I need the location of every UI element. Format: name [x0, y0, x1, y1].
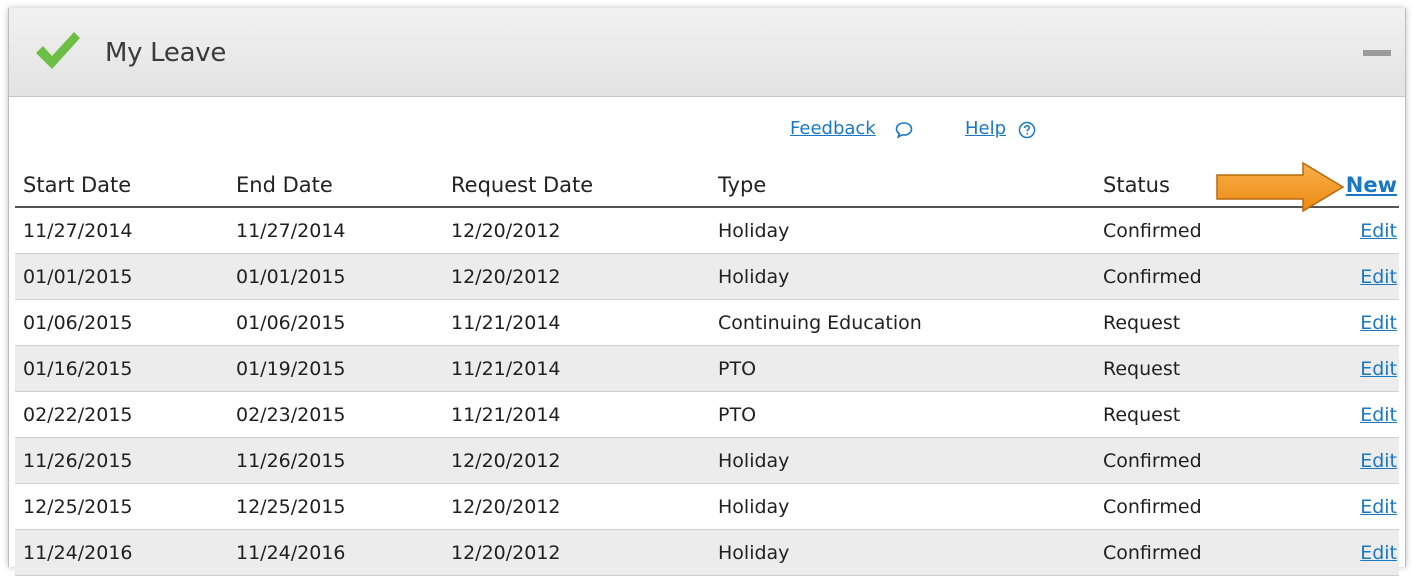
action-cell: Edit	[1308, 437, 1399, 484]
end-date-cell: 02/23/2015	[228, 391, 443, 438]
table-row: 11/26/2015 11/26/2015 12/20/2012 Holiday…	[15, 437, 1399, 484]
table-row: 11/24/2016 11/24/2016 12/20/2012 Holiday…	[15, 529, 1399, 576]
edit-link[interactable]: Edit	[1360, 358, 1397, 380]
start-date-cell: 11/26/2015	[15, 437, 228, 484]
start-date-cell: 11/27/2014	[15, 207, 228, 254]
request-date-cell: 12/20/2012	[443, 483, 710, 530]
new-leave-link[interactable]: New	[1346, 173, 1397, 197]
action-cell: Edit	[1308, 253, 1399, 300]
type-cell: Continuing Education	[710, 299, 1095, 346]
action-cell: Edit	[1308, 391, 1399, 438]
end-date-cell: 01/01/2015	[228, 253, 443, 300]
end-date-cell: 11/26/2015	[228, 437, 443, 484]
table-row: 01/01/2015 01/01/2015 12/20/2012 Holiday…	[15, 253, 1399, 300]
column-header-request-date[interactable]: Request Date	[443, 164, 710, 208]
end-date-cell: 01/19/2015	[228, 345, 443, 392]
start-date-cell: 12/25/2015	[15, 483, 228, 530]
status-cell: Request	[1095, 391, 1308, 438]
status-cell: Confirmed	[1095, 529, 1308, 576]
minus-icon	[1363, 50, 1391, 56]
edit-link[interactable]: Edit	[1360, 266, 1397, 288]
type-cell: Holiday	[710, 483, 1095, 530]
edit-link[interactable]: Edit	[1360, 496, 1397, 518]
action-cell: Edit	[1308, 529, 1399, 576]
request-date-cell: 11/21/2014	[443, 299, 710, 346]
panel-title: My Leave	[105, 38, 227, 68]
request-date-cell: 12/20/2012	[443, 207, 710, 254]
edit-link[interactable]: Edit	[1360, 404, 1397, 426]
start-date-cell: 02/22/2015	[15, 391, 228, 438]
start-date-cell: 01/16/2015	[15, 345, 228, 392]
request-date-cell: 12/20/2012	[443, 437, 710, 484]
edit-link[interactable]: Edit	[1360, 542, 1397, 564]
request-date-cell: 12/20/2012	[443, 529, 710, 576]
panel-header: My Leave	[9, 8, 1405, 97]
type-cell: Holiday	[710, 207, 1095, 254]
speech-bubble-icon[interactable]	[895, 121, 913, 139]
status-cell: Request	[1095, 299, 1308, 346]
request-date-cell: 12/20/2012	[443, 253, 710, 300]
status-cell: Confirmed	[1095, 253, 1308, 300]
type-cell: Holiday	[710, 529, 1095, 576]
column-header-end-date[interactable]: End Date	[228, 164, 443, 208]
column-header-type[interactable]: Type	[710, 164, 1095, 208]
end-date-cell: 01/06/2015	[228, 299, 443, 346]
request-date-cell: 11/21/2014	[443, 391, 710, 438]
checkmark-icon	[36, 32, 80, 69]
start-date-cell: 01/01/2015	[15, 253, 228, 300]
column-header-start-date[interactable]: Start Date	[15, 164, 228, 208]
help-link[interactable]: Help	[965, 118, 1006, 139]
status-cell: Confirmed	[1095, 437, 1308, 484]
orange-arrow-icon	[1216, 161, 1345, 213]
action-cell: Edit	[1308, 483, 1399, 530]
action-cell: Edit	[1308, 345, 1399, 392]
table-row: 01/06/2015 01/06/2015 11/21/2014 Continu…	[15, 299, 1399, 346]
table-row: 11/27/2014 11/27/2014 12/20/2012 Holiday…	[15, 207, 1399, 254]
action-cell: Edit	[1308, 299, 1399, 346]
table-row: 12/25/2015 12/25/2015 12/20/2012 Holiday…	[15, 483, 1399, 530]
type-cell: PTO	[710, 391, 1095, 438]
edit-link[interactable]: Edit	[1360, 450, 1397, 472]
end-date-cell: 12/25/2015	[228, 483, 443, 530]
end-date-cell: 11/27/2014	[228, 207, 443, 254]
start-date-cell: 11/24/2016	[15, 529, 228, 576]
status-cell: Request	[1095, 345, 1308, 392]
type-cell: Holiday	[710, 253, 1095, 300]
type-cell: Holiday	[710, 437, 1095, 484]
edit-link[interactable]: Edit	[1360, 220, 1397, 242]
start-date-cell: 01/06/2015	[15, 299, 228, 346]
request-date-cell: 11/21/2014	[443, 345, 710, 392]
my-leave-panel: My Leave Feedback Help Start Date End Da…	[8, 8, 1406, 576]
leave-table: Start Date End Date Request Date Type St…	[15, 164, 1399, 576]
question-circle-icon[interactable]	[1018, 121, 1036, 139]
edit-link[interactable]: Edit	[1360, 312, 1397, 334]
table-header-row: Start Date End Date Request Date Type St…	[15, 164, 1399, 208]
table-row: 01/16/2015 01/19/2015 11/21/2014 PTO Req…	[15, 345, 1399, 392]
end-date-cell: 11/24/2016	[228, 529, 443, 576]
table-row: 02/22/2015 02/23/2015 11/21/2014 PTO Req…	[15, 391, 1399, 438]
status-cell: Confirmed	[1095, 483, 1308, 530]
feedback-link[interactable]: Feedback	[790, 118, 876, 139]
panel-links: Feedback Help	[9, 118, 1405, 144]
type-cell: PTO	[710, 345, 1095, 392]
collapse-button[interactable]	[1363, 41, 1391, 65]
